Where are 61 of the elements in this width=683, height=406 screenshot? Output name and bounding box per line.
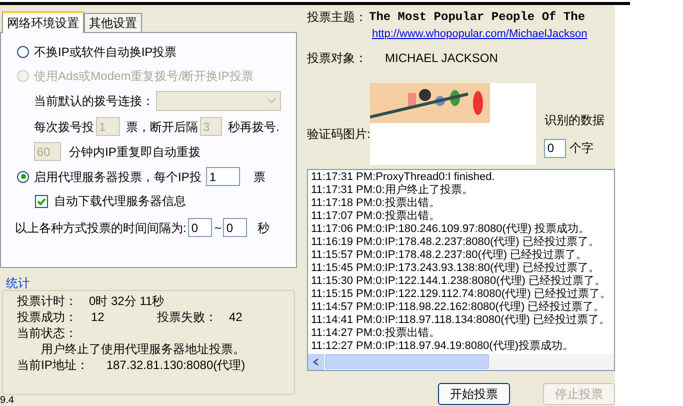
vote-button[interactable]: 开始投票 bbox=[438, 382, 510, 404]
stat-value: 0时 32分 11秒 bbox=[89, 294, 164, 308]
redial-label: 秒再拨号. bbox=[228, 118, 280, 136]
chevron-down-icon bbox=[267, 98, 276, 104]
log-line: 11:17:31 PM:0:用户终止了投票。 bbox=[311, 184, 474, 196]
checkbox-label: 自动下载代理服务器信息 bbox=[54, 193, 186, 210]
target-value: MICHAEL JACKSON bbox=[385, 50, 498, 66]
dial-votes-label: 每次拨号投 bbox=[34, 118, 94, 136]
char-count-field[interactable]: 0 bbox=[544, 138, 566, 158]
option-label: 使用Ads或Modem重复拨号/断开换IP投票 bbox=[34, 68, 254, 85]
interval-from-field[interactable]: 0 bbox=[188, 218, 212, 237]
recognized-label: 识别的数据 bbox=[544, 112, 604, 128]
captcha-label: 验证码图片: bbox=[307, 126, 370, 142]
stat-label: 投票计时： bbox=[17, 294, 77, 308]
stat-label: 投票成功： bbox=[17, 310, 78, 324]
stat-value: 187.32.81.130:8080(代理) bbox=[106, 358, 246, 372]
option-label: 启用代理服务器投票，每个IP投 bbox=[34, 168, 202, 186]
tab[interactable]: 网络环境设置 bbox=[2, 11, 84, 33]
checkbox[interactable] bbox=[35, 194, 48, 208]
log-line: 11:17:31 PM:ProxyThread0:I finished. bbox=[311, 170, 496, 182]
log-line: 11:14:41 PM:0:IP:118.97.118.134:8080(代理) 已经投过票了。 bbox=[311, 314, 611, 326]
wait-label: 票，断开后隔 bbox=[126, 118, 198, 136]
unit-label: 秒 bbox=[257, 220, 270, 236]
char-count-label: 个字 bbox=[569, 140, 594, 157]
interval-label: 以上各种方式投票的时间间隔为: bbox=[15, 220, 186, 236]
radio-button[interactable] bbox=[17, 170, 29, 182]
subject-label: 投票主题： bbox=[307, 9, 367, 26]
stat-label: 投票失败： bbox=[157, 310, 218, 324]
tab[interactable]: 其他设置 bbox=[84, 13, 142, 32]
horizontal-scrollbar[interactable] bbox=[308, 354, 614, 370]
log-line: 11:16:19 PM:0:IP:178.48.2.237:8080(代理) 已经投过票了。 bbox=[311, 236, 600, 248]
log-line: 11:17:18 PM:0:投票出错。 bbox=[311, 196, 441, 210]
log-line: 11:12:27 PM:0:IP:118.97.94.19:8080(代理)投票成功。 bbox=[311, 340, 575, 352]
interval-to-field[interactable]: 0 bbox=[223, 218, 248, 237]
group-title: 统计 bbox=[5, 276, 31, 290]
option-label: 不换IP或软件自动换IP投票 bbox=[34, 44, 177, 61]
log-line: 11:15:30 PM:0:IP:122.144.1.238:8080(代理) 已经投过票了。 bbox=[311, 274, 606, 288]
radio-button[interactable] bbox=[17, 46, 29, 58]
version-label: 9.4 bbox=[0, 395, 15, 406]
log-line: 11:14:27 PM:0:投票出错。 bbox=[311, 326, 441, 340]
stat-label: 当前状态： bbox=[17, 326, 78, 340]
range-separator: ~ bbox=[214, 220, 222, 236]
stat-value: 42 bbox=[229, 310, 242, 324]
subject-title: The Most Popular People Of The bbox=[369, 9, 586, 26]
scroll-thumb[interactable] bbox=[325, 354, 489, 369]
status-text: 用户终止了使用代理服务器地址投票。 bbox=[40, 342, 246, 356]
log-line: 11:17:07 PM:0:投票出错。 bbox=[311, 210, 441, 222]
target-label: 投票对象： bbox=[307, 50, 367, 66]
log-line: 11:17:06 PM:0:IP:180.246.109.97:8080(代理) 投票成功。 bbox=[311, 222, 591, 236]
log-line: 11:15:15 PM:0:IP:122.129.112.74:8080(代理) 已经投过票了。 bbox=[311, 288, 611, 300]
scroll-left-icon[interactable] bbox=[308, 354, 324, 370]
unit-label: 票 bbox=[253, 168, 266, 186]
log-line: 11:14:57 PM:0:IP:118.98.22.162:8080(代理) 已经投过票了。 bbox=[311, 300, 606, 314]
repeat-label: 分钟内IP重复即自动重拨 bbox=[69, 144, 200, 160]
connection-label: 当前默认的拨号连接： bbox=[34, 93, 154, 110]
log-line: 11:15:45 PM:0:IP:173.243.93.138:80(代理) 已经投过票了。 bbox=[311, 262, 600, 274]
subject-link[interactable]: http://www.whopopular.com/MichaelJackson bbox=[369, 26, 588, 42]
stat-label: 当前IP地址： bbox=[17, 358, 88, 372]
per-ip-field[interactable]: 1 bbox=[206, 167, 240, 186]
log-line: 11:15:57 PM:0:IP:178.48.2.237:80(代理) 已经投过票了。 bbox=[311, 248, 588, 262]
stat-value: 12 bbox=[91, 310, 106, 324]
